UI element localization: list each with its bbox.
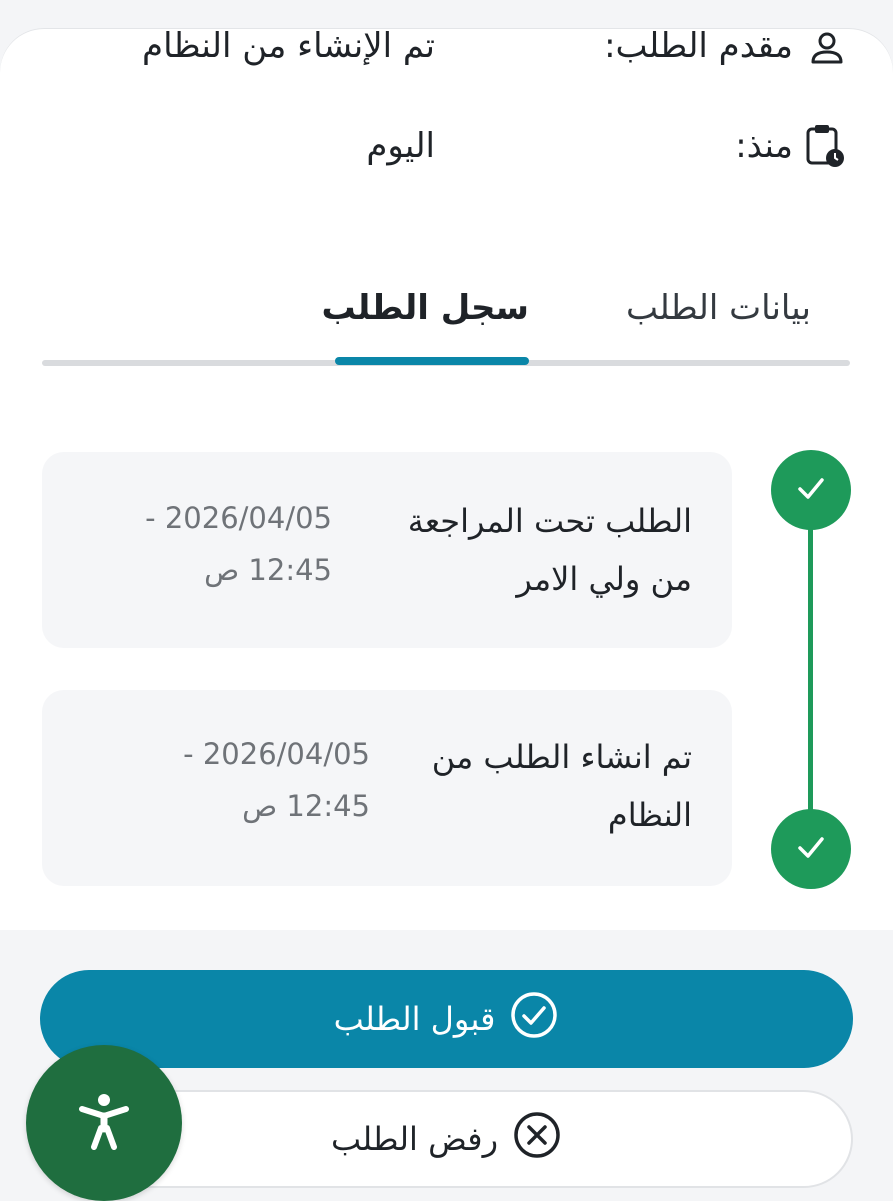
timeline-entry-date: 2026/04/05 - 12:45 ص	[145, 501, 332, 587]
person-icon	[807, 28, 847, 72]
timeline-step-completed	[771, 450, 851, 530]
check-icon	[791, 827, 831, 871]
clipboard-clock-icon	[803, 122, 847, 174]
since-value: اليوم	[366, 126, 435, 166]
timeline-step-completed	[771, 809, 851, 889]
accept-request-label: قبول الطلب	[333, 1000, 496, 1038]
x-circle-icon	[512, 1110, 562, 1168]
since-label: منذ:	[735, 126, 793, 166]
accessibility-button[interactable]	[26, 1045, 182, 1201]
timeline-line	[808, 490, 813, 850]
active-tab-indicator	[335, 357, 529, 365]
accept-request-button[interactable]: قبول الطلب	[40, 970, 853, 1068]
accessibility-icon	[72, 1089, 136, 1157]
timeline-entry-title: تم انشاء الطلب من النظام	[431, 738, 692, 834]
tab-request-log[interactable]: سجل الطلب	[321, 288, 529, 328]
timeline-entry-date: 2026/04/05 - 12:45 ص	[183, 737, 370, 823]
timeline-entry-title: الطلب تحت المراجعة من ولي الامر	[407, 502, 692, 598]
applicant-value: تم الإنشاء من النظام	[142, 26, 435, 66]
timeline-entry: الطلب تحت المراجعة من ولي الامر 2026/04/…	[42, 452, 732, 648]
check-icon	[791, 468, 831, 512]
applicant-label: مقدم الطلب:	[604, 26, 793, 66]
tab-request-data[interactable]: بيانات الطلب	[626, 288, 811, 328]
timeline-entry: تم انشاء الطلب من النظام 2026/04/05 - 12…	[42, 690, 732, 886]
reject-request-label: رفض الطلب	[330, 1120, 499, 1158]
check-circle-icon	[509, 990, 559, 1048]
